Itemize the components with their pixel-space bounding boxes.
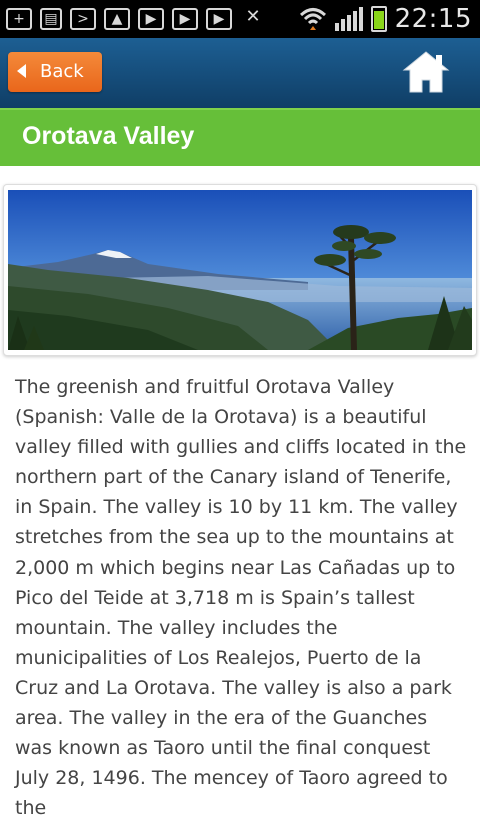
play-icon: ▶ [138, 8, 164, 30]
article-text: The greenish and fruitful Orotava Valley… [15, 376, 467, 820]
sd-card-icon: ▤ [40, 8, 62, 30]
wifi-icon [299, 8, 326, 30]
image-card [3, 184, 477, 356]
valley-photo [8, 190, 472, 350]
terminal-icon: > [70, 8, 96, 30]
signal-icon [334, 7, 363, 31]
back-button-label: Back [40, 61, 84, 82]
chevron-left-icon [17, 64, 26, 78]
add-icon: + [6, 8, 32, 30]
back-button[interactable]: Back [8, 52, 102, 92]
gallery-icon: ▲ [104, 8, 130, 30]
notification-icons: + ▤ > ▲ ▶ ▶ ▶ ✕ [6, 6, 266, 32]
home-icon[interactable] [402, 50, 450, 94]
play-icon: ▶ [206, 8, 232, 30]
clock: 22:15 [394, 4, 472, 34]
no-sim-icon: ✕ [245, 6, 261, 27]
status-indicators: 22:15 [299, 3, 472, 35]
battery-icon [370, 6, 387, 32]
status-bar: + ▤ > ▲ ▶ ▶ ▶ ✕ 22:15 [0, 0, 480, 38]
play-store-icon: ▶ [172, 8, 198, 30]
page-title: Orotava Valley [22, 122, 195, 150]
title-bar: Orotava Valley [0, 108, 480, 166]
app-header: Back [0, 38, 480, 108]
